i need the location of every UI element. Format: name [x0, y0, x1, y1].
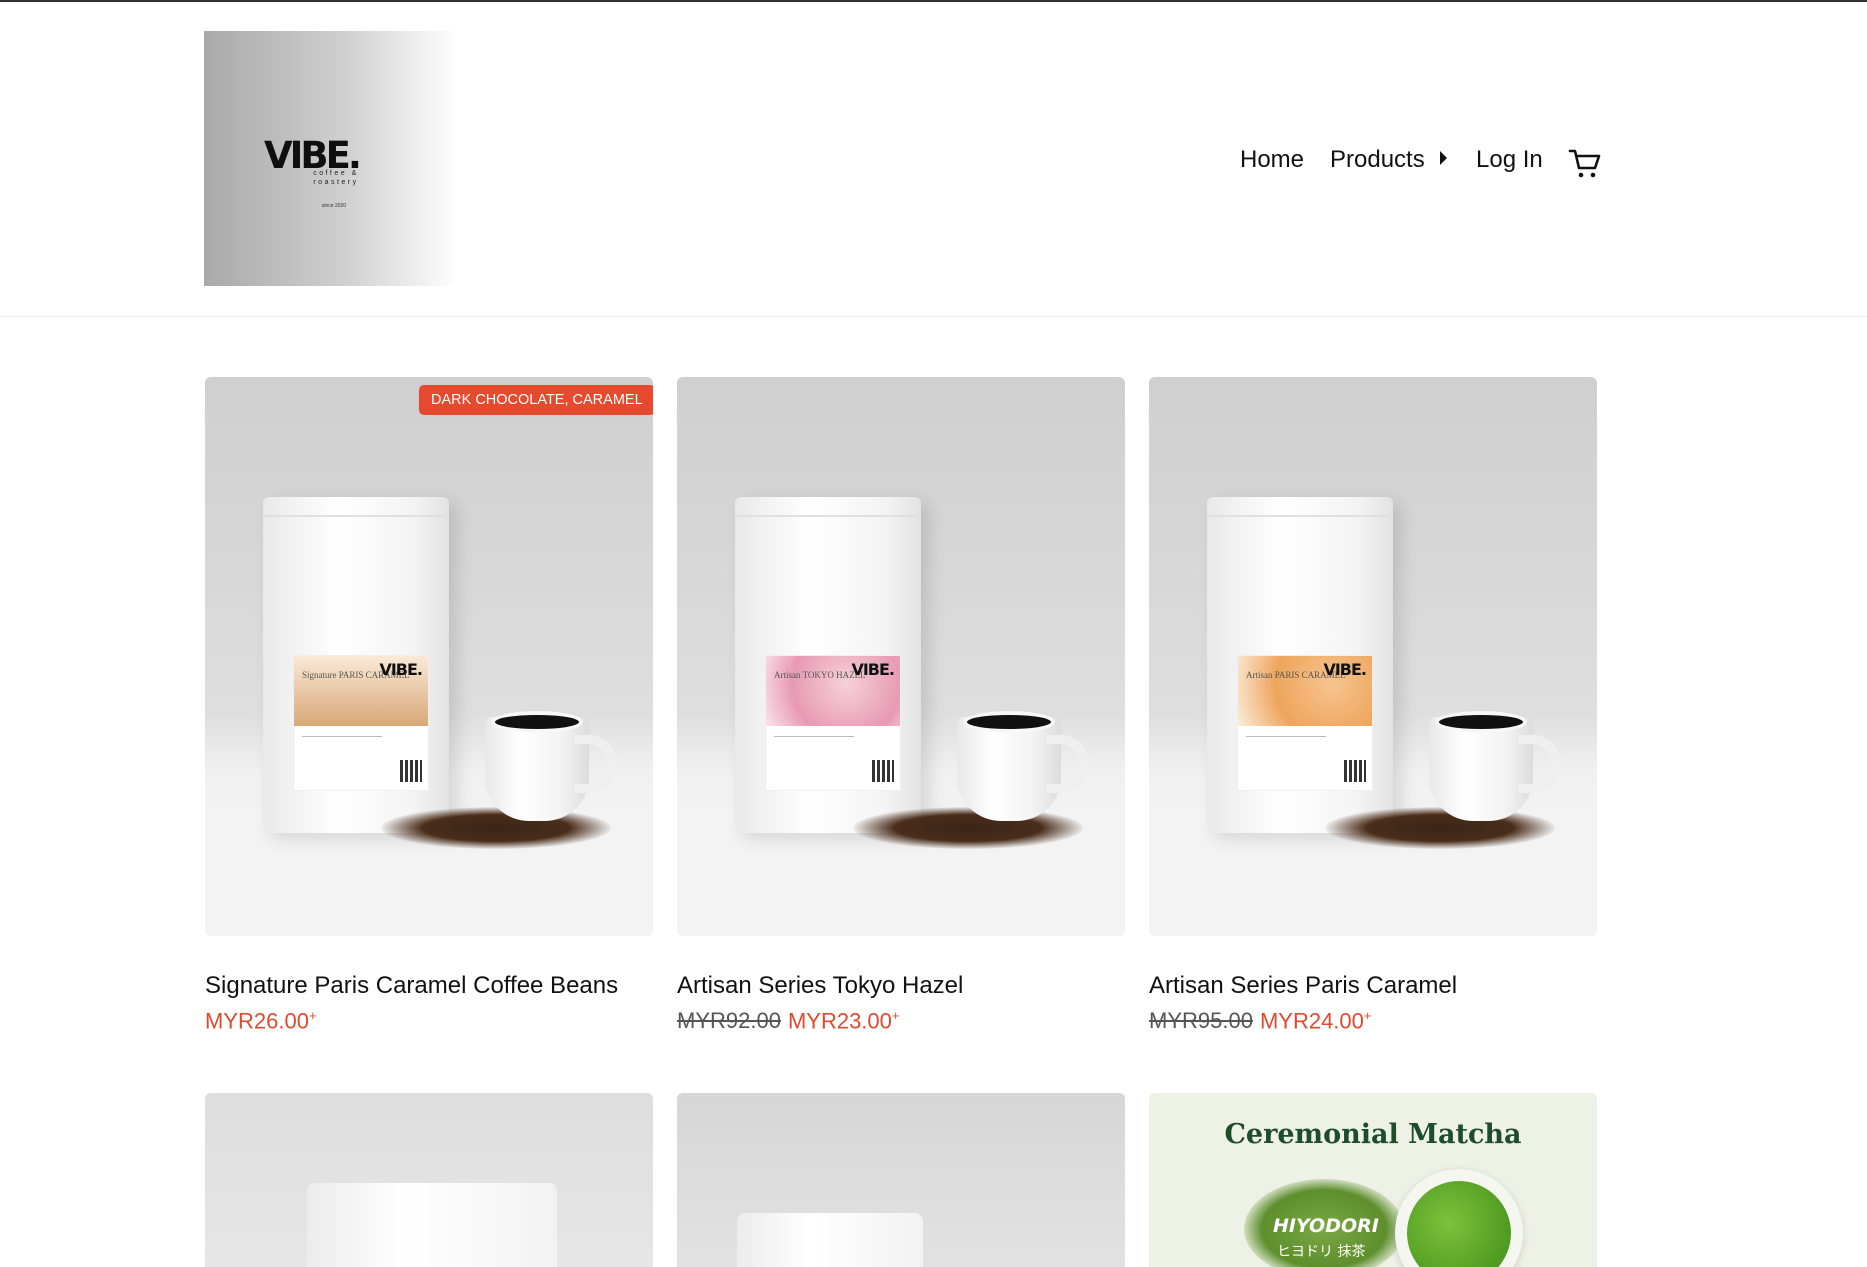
label-divider: [1246, 736, 1326, 737]
sale-price: MYR23.00: [787, 1008, 892, 1034]
product-image[interactable]: Artisan PARIS CARAMEL VIBE.: [1149, 377, 1597, 936]
qr-code-icon: [400, 760, 422, 782]
caret-right-icon[interactable]: [1440, 151, 1447, 165]
coffee-cup: [485, 711, 589, 821]
coffee-beans: [853, 807, 1083, 849]
product-price: MYR26.00+: [205, 1008, 653, 1034]
matcha-product-image[interactable]: Ceremonial Matcha HIYODORI ヒヨドリ 抹茶: [1149, 1093, 1597, 1267]
site-header: VIBE. coffee & roastery since 2020 Home …: [0, 0, 1867, 317]
price-suffix: +: [308, 1008, 317, 1023]
product-title[interactable]: Signature Paris Caramel Coffee Beans: [205, 972, 653, 1000]
flavor-badge: DARK CHOCOLATE, CARAMEL: [419, 385, 653, 415]
nav-login[interactable]: Log In: [1476, 146, 1543, 174]
coffee-beans: [381, 807, 611, 849]
nav-products[interactable]: Products: [1330, 146, 1425, 174]
label-brand: VIBE.: [1323, 660, 1367, 679]
logo-since: since 2020: [321, 203, 347, 209]
bag-label: Signature PARIS CARAMEL VIBE.: [293, 655, 429, 791]
coffee-cup: [1429, 711, 1533, 821]
product-price: MYR95.00 MYR24.00+: [1149, 1008, 1597, 1034]
cup-handle: [1047, 735, 1089, 793]
coffee-beans: [1325, 807, 1555, 849]
cup-handle: [575, 735, 617, 793]
product-card[interactable]: Artisan TOKYO HAZEL VIBE. Artisan Series…: [677, 377, 1125, 1034]
price-suffix: +: [891, 1008, 900, 1023]
product-title[interactable]: Artisan Series Paris Caramel: [1149, 972, 1597, 1000]
site-logo[interactable]: VIBE. coffee & roastery since 2020: [204, 31, 458, 286]
sale-price: MYR26.00: [205, 1008, 309, 1034]
label-brand: VIBE.: [379, 660, 423, 679]
label-divider: [774, 736, 854, 737]
matcha-japanese-label: ヒヨドリ 抹茶: [1277, 1244, 1366, 1260]
coffee-cup: [957, 711, 1061, 821]
product-card[interactable]: Signature PARIS CARAMEL VIBE. DARK CHOCO…: [205, 377, 653, 1034]
cart-icon[interactable]: [1568, 146, 1602, 180]
matcha-title: Ceremonial Matcha: [1224, 1119, 1522, 1150]
qr-code-icon: [1344, 760, 1366, 782]
cup-handle: [1519, 735, 1561, 793]
original-price: MYR95.00: [1149, 1008, 1253, 1034]
product-card[interactable]: Artisan PARIS CARAMEL VIBE. Artisan Seri…: [1149, 377, 1597, 1034]
product-price: MYR92.00 MYR23.00+: [677, 1008, 1125, 1034]
bag-label: Artisan TOKYO HAZEL VIBE.: [765, 655, 901, 791]
product-card[interactable]: [205, 1093, 653, 1267]
original-price: MYR92.00: [677, 1008, 781, 1034]
qr-code-icon: [872, 760, 894, 782]
matcha-brand: HIYODORI: [1273, 1215, 1379, 1237]
logo-tagline: coffee & roastery: [313, 170, 359, 186]
label-brand: VIBE.: [851, 660, 895, 679]
sale-price: MYR24.00: [1259, 1008, 1364, 1034]
bag-label: Artisan PARIS CARAMEL VIBE.: [1237, 655, 1373, 791]
product-card[interactable]: [677, 1093, 1125, 1267]
product-image[interactable]: [205, 1093, 653, 1267]
nav-home[interactable]: Home: [1240, 146, 1304, 174]
price-suffix: +: [1363, 1008, 1372, 1023]
label-divider: [302, 736, 382, 737]
product-title[interactable]: Artisan Series Tokyo Hazel: [677, 972, 1125, 1000]
coffee-bag: [737, 1213, 923, 1267]
coffee-bag: [307, 1183, 557, 1267]
product-image[interactable]: Artisan TOKYO HAZEL VIBE.: [677, 377, 1125, 936]
product-image[interactable]: Signature PARIS CARAMEL VIBE. DARK CHOCO…: [205, 377, 653, 936]
product-image[interactable]: [677, 1093, 1125, 1267]
